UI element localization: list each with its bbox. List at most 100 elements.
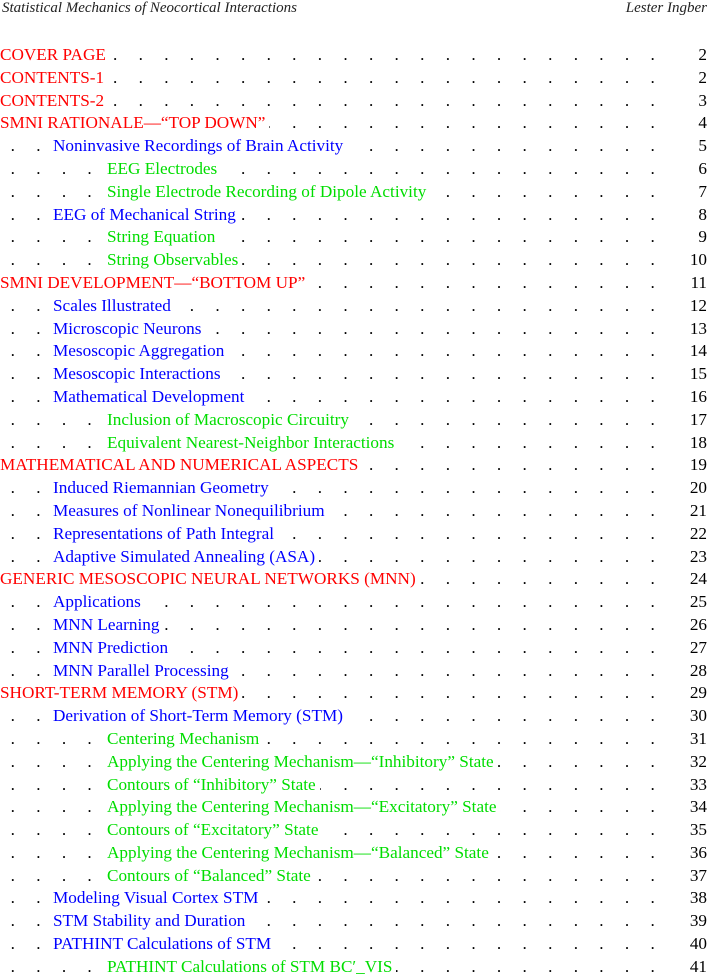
toc-entry[interactable]: ..............................Contours o… — [0, 864, 709, 888]
toc-entry-page-number: 2 — [677, 66, 707, 90]
toc-entry-title[interactable]: EEG of Mechanical String — [53, 203, 240, 227]
toc-entry-title[interactable]: MNN Parallel Processing — [53, 659, 233, 683]
toc-entry[interactable]: ..............................STM Stabil… — [0, 910, 709, 934]
toc-entry-title[interactable]: Equivalent Nearest-Neighbor Interactions — [107, 431, 399, 455]
toc-entry-title[interactable]: PATHINT Calculations of STM BC′_VIS — [107, 955, 397, 979]
toc-entry[interactable]: ..............................Representa… — [0, 522, 709, 546]
dot-leader: .............................. — [10, 865, 655, 885]
toc-entry[interactable]: ..............................Modeling V… — [0, 887, 709, 911]
toc-entry-title[interactable]: Representations of Path Integral — [53, 522, 278, 546]
header-title: Statistical Mechanics of Neocortical Int… — [2, 0, 297, 16]
toc-entry[interactable]: ..............................Single Ele… — [0, 180, 709, 204]
toc-entry[interactable]: ..............................Noninvasiv… — [0, 135, 709, 158]
toc-entry[interactable]: ..............................Applicatio… — [0, 591, 709, 614]
toc-entry[interactable]: ..............................String Equ… — [0, 226, 709, 250]
toc-entry[interactable]: ..............................Centering … — [0, 727, 709, 751]
toc-entry-title[interactable]: CONTENTS-1 — [0, 66, 109, 90]
toc-entry-title[interactable]: Mesoscopic Interactions — [53, 363, 225, 386]
toc-entry-title[interactable]: Mesoscopic Aggregation — [53, 340, 229, 364]
toc-entry-title[interactable]: String Observables — [107, 249, 243, 272]
table-of-contents: .............................. COVER PAGE… — [0, 44, 709, 979]
toc-entry-title[interactable]: MATHEMATICAL AND NUMERICAL ASPECTS — [0, 454, 363, 478]
toc-entry[interactable]: ..............................PATHINT Ca… — [0, 955, 709, 979]
toc-entry[interactable]: ..............................Microscopi… — [0, 317, 709, 341]
toc-entry[interactable]: ..............................COVER PAGE… — [0, 44, 709, 67]
toc-entry[interactable]: ..............................Applying t… — [0, 750, 709, 774]
toc-entry-title[interactable]: COVER PAGE — [0, 44, 110, 67]
toc-entry[interactable]: ..............................MATHEMATIC… — [0, 454, 709, 478]
toc-entry-title[interactable]: Derivation of Short-Term Memory (STM) — [53, 705, 347, 728]
toc-entry-page-number: 41 — [677, 955, 707, 979]
toc-entry[interactable]: ..............................Mesoscopic… — [0, 340, 709, 364]
toc-entry-title[interactable]: Induced Riemannian Geometry — [53, 477, 273, 500]
toc-entry[interactable]: ..............................String Obs… — [0, 249, 709, 272]
toc-entry-title[interactable]: Noninvasive Recordings of Brain Activity — [53, 135, 348, 158]
toc-entry-title[interactable]: Applications — [53, 591, 145, 614]
toc-entry-title[interactable]: Modeling Visual Cortex STM — [53, 887, 263, 911]
toc-entry[interactable]: ..............................EEG Electr… — [0, 157, 709, 181]
toc-entry-page-number: 8 — [677, 203, 707, 227]
toc-entry-title[interactable]: Contours of “Inhibitory” State — [107, 773, 320, 797]
toc-entry-title[interactable]: Microscopic Neurons — [53, 317, 206, 341]
toc-entry[interactable]: ..............................Applying t… — [0, 841, 709, 865]
toc-entry-title[interactable]: PATHINT Calculations of STM — [53, 933, 276, 956]
toc-entry[interactable]: ..............................SMNI DEVEL… — [0, 271, 709, 295]
toc-entry-page-number: 7 — [677, 180, 707, 204]
toc-entry[interactable]: ..............................SMNI RATIO… — [0, 112, 709, 136]
toc-entry-title[interactable]: Scales Illustrated — [53, 294, 175, 318]
toc-entry-title[interactable]: Mathematical Development — [53, 385, 249, 409]
toc-entry-page-number: 12 — [677, 294, 707, 318]
toc-entry-page-number: 27 — [677, 636, 707, 660]
toc-entry[interactable]: ..............................Mathematic… — [0, 385, 709, 409]
toc-entry[interactable]: ..............................Mesoscopic… — [0, 363, 709, 386]
toc-entry-title[interactable]: Contours of “Excitatory” State — [107, 819, 323, 842]
toc-entry[interactable]: ..............................CONTENTS-1… — [0, 66, 709, 90]
toc-entry-page-number: 34 — [677, 796, 707, 820]
toc-entry-page-number: 30 — [677, 705, 707, 728]
toc-entry[interactable]: ..............................MNN Predic… — [0, 636, 709, 660]
toc-entry[interactable]: ..............................Induced Ri… — [0, 477, 709, 500]
toc-entry-page-number: 24 — [677, 568, 707, 592]
toc-entry-title[interactable]: EEG Electrodes — [107, 157, 222, 181]
toc-entry-title[interactable]: Applying the Centering Mechanism—“Inhibi… — [107, 750, 498, 774]
toc-entry[interactable]: ..............................Inclusion … — [0, 408, 709, 432]
toc-entry-title[interactable]: Contours of “Balanced” State — [107, 864, 315, 888]
toc-entry[interactable]: ..............................Scales Ill… — [0, 294, 709, 318]
toc-entry-page-number: 25 — [677, 591, 707, 614]
toc-entry[interactable]: ..............................Contours o… — [0, 819, 709, 842]
toc-entry-title[interactable]: MNN Prediction — [53, 636, 173, 660]
toc-entry-title[interactable]: Applying the Centering Mechanism—“Balanc… — [107, 841, 493, 865]
toc-entry-title[interactable]: Centering Mechanism — [107, 727, 264, 751]
toc-entry-title[interactable]: Single Electrode Recording of Dipole Act… — [107, 180, 431, 204]
toc-entry-title[interactable]: SMNI DEVELOPMENT—“BOTTOM UP” — [0, 271, 310, 295]
toc-entry[interactable]: ..............................PATHINT Ca… — [0, 933, 709, 956]
toc-entry-title[interactable]: SMNI RATIONALE—“TOP DOWN” — [0, 112, 270, 136]
toc-entry-title[interactable]: Adaptive Simulated Annealing (ASA) — [53, 545, 320, 569]
toc-entry[interactable]: ..............................Contours o… — [0, 773, 709, 797]
toc-entry[interactable]: ..............................Derivation… — [0, 705, 709, 728]
toc-entry[interactable]: ..............................MNN Parall… — [0, 659, 709, 683]
toc-entry-title[interactable]: SHORT-TERM MEMORY (STM) — [0, 682, 243, 706]
toc-entry-title[interactable]: MNN Learning — [53, 613, 164, 637]
toc-entry[interactable]: ..............................Applying t… — [0, 796, 709, 820]
toc-entry-title[interactable]: Applying the Centering Mechanism—“Excita… — [107, 796, 501, 820]
toc-entry[interactable]: ..............................Adaptive S… — [0, 545, 709, 569]
toc-entry[interactable]: ..............................MNN Learni… — [0, 613, 709, 637]
dot-leader: .............................. — [10, 227, 655, 247]
toc-entry-page-number: 4 — [677, 112, 707, 136]
toc-entry[interactable]: ..............................Equivalent… — [0, 431, 709, 455]
toc-entry[interactable]: ..............................Measures o… — [0, 499, 709, 523]
toc-entry[interactable]: ..............................CONTENTS-2… — [0, 89, 709, 113]
toc-entry[interactable]: ..............................EEG of Mec… — [0, 203, 709, 227]
toc-entry-page-number: 38 — [677, 887, 707, 911]
toc-entry[interactable]: ..............................SHORT-TERM… — [0, 682, 709, 706]
toc-entry-title[interactable]: STM Stability and Duration — [53, 910, 250, 934]
toc-entry-title[interactable]: GENERIC MESOSCOPIC NEURAL NETWORKS (MNN) — [0, 568, 420, 592]
toc-entry[interactable]: ..............................GENERIC ME… — [0, 568, 709, 592]
toc-entry-title[interactable]: String Equation — [107, 226, 220, 250]
toc-entry-page-number: 19 — [677, 454, 707, 478]
toc-entry-title[interactable]: Inclusion of Macroscopic Circuitry — [107, 408, 353, 432]
toc-entry-page-number: 10 — [677, 249, 707, 272]
toc-entry-title[interactable]: CONTENTS-2 — [0, 89, 109, 113]
toc-entry-title[interactable]: Measures of Nonlinear Nonequilibrium — [53, 499, 329, 523]
